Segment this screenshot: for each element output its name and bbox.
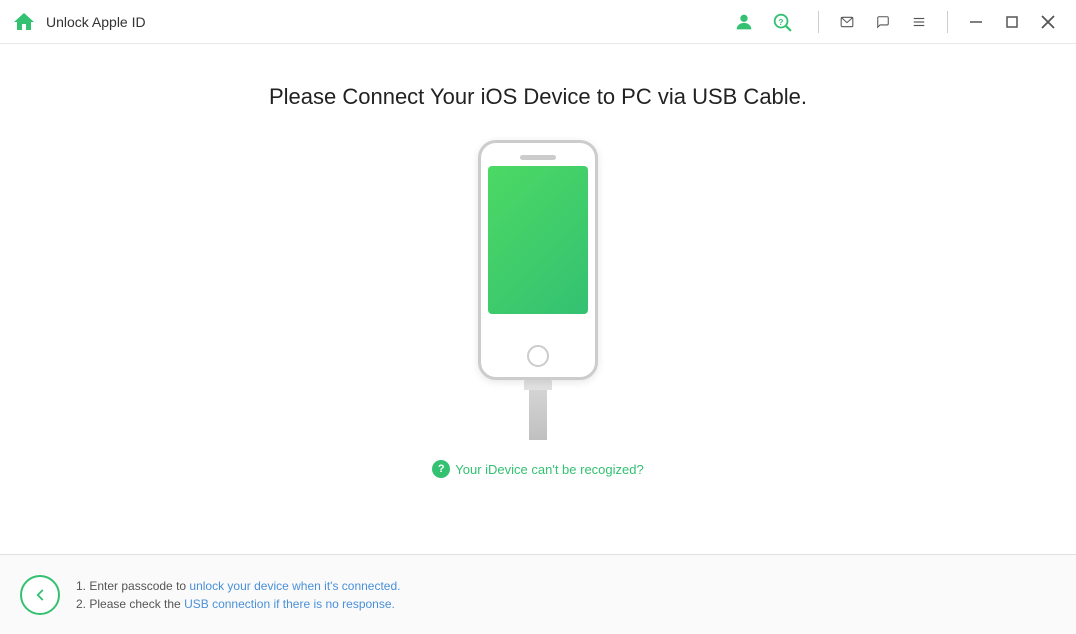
toolbar-icons: ? <box>728 6 798 38</box>
instruction-2-number: 2. <box>76 597 89 611</box>
phone-speaker <box>520 155 556 160</box>
bottom-bar: 1. Enter passcode to unlock your device … <box>0 554 1076 634</box>
minimize-btn[interactable] <box>960 6 992 38</box>
titlebar-right: ? <box>728 6 1064 38</box>
main-content: Please Connect Your iOS Device to PC via… <box>0 44 1076 554</box>
titlebar-divider <box>818 11 819 33</box>
instruction-1: 1. Enter passcode to unlock your device … <box>76 579 400 593</box>
phone-home-button <box>527 345 549 367</box>
titlebar-divider-2 <box>947 11 948 33</box>
help-link-text: Your iDevice can't be recogized? <box>455 462 643 477</box>
instruction-1-number: 1. <box>76 579 89 593</box>
feedback-icon-btn[interactable]: ? <box>766 6 798 38</box>
chat-btn[interactable] <box>867 6 899 38</box>
main-heading: Please Connect Your iOS Device to PC via… <box>269 84 807 110</box>
usb-connector-top <box>524 380 552 390</box>
titlebar-left: Unlock Apple ID <box>12 10 146 34</box>
instruction-1-text-before: Enter passcode to <box>89 579 189 593</box>
phone-illustration <box>478 140 598 440</box>
instruction-1-link[interactable]: unlock your device when it's connected. <box>189 579 400 593</box>
back-button[interactable] <box>20 575 60 615</box>
help-link[interactable]: ? Your iDevice can't be recogized? <box>432 460 643 478</box>
bottom-instructions: 1. Enter passcode to unlock your device … <box>76 579 400 611</box>
instruction-2-text-before: Please check the <box>89 597 184 611</box>
restore-btn[interactable] <box>996 6 1028 38</box>
instruction-2: 2. Please check the USB connection if th… <box>76 597 400 611</box>
usb-cable-body <box>529 390 547 440</box>
app-title: Unlock Apple ID <box>46 14 146 30</box>
phone-body <box>478 140 598 380</box>
home-icon[interactable] <box>12 10 36 34</box>
user-icon-btn[interactable] <box>728 6 760 38</box>
instruction-2-link[interactable]: USB connection if there is no response. <box>184 597 395 611</box>
usb-cable-group <box>524 380 552 440</box>
phone-screen <box>488 166 588 314</box>
titlebar: Unlock Apple ID ? <box>0 0 1076 44</box>
menu-btn[interactable] <box>903 6 935 38</box>
close-btn[interactable] <box>1032 6 1064 38</box>
svg-text:?: ? <box>778 17 783 26</box>
help-question-icon: ? <box>432 460 450 478</box>
mail-btn[interactable] <box>831 6 863 38</box>
